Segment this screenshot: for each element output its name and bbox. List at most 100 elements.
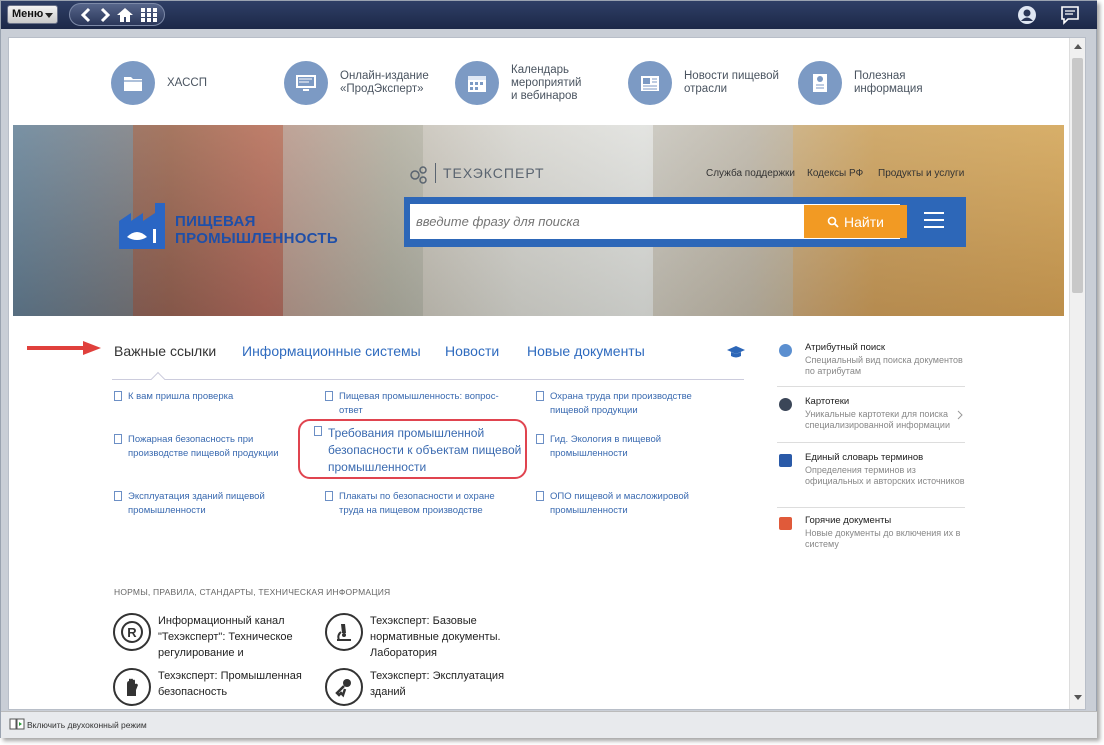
- monitor-icon: [284, 61, 328, 105]
- glove-icon: [113, 668, 151, 706]
- search-bar: Найти: [404, 197, 966, 247]
- doc-link[interactable]: Гид. Экология в пищевой промышленности: [536, 433, 716, 461]
- quick-link-calendar[interactable]: Календарь мероприятий и вебинаров: [455, 60, 581, 106]
- back-icon[interactable]: [78, 7, 96, 23]
- sidebar-item-desc: Новые документы до включения их в систем…: [805, 528, 961, 549]
- dual-window-icon[interactable]: [9, 718, 25, 730]
- scroll-down-icon[interactable]: [1074, 695, 1082, 700]
- quick-link-label: Онлайн-издание «ПродЭксперт»: [340, 70, 429, 95]
- brand-name: ТЕХЭКСПЕРТ: [443, 165, 545, 181]
- sidebar-item-title: Горячие документы: [805, 515, 892, 526]
- products-link[interactable]: Продукты и услуги: [878, 168, 964, 179]
- document-icon: [114, 491, 122, 501]
- divider: [777, 442, 965, 443]
- doc-link[interactable]: К вам пришла проверка: [114, 390, 314, 404]
- doc-link-label: Охрана труда при производстве пищевой пр…: [550, 391, 692, 416]
- hot-document-icon: [779, 517, 792, 530]
- scroll-up-icon[interactable]: [1074, 44, 1082, 49]
- user-icon[interactable]: [1017, 5, 1037, 25]
- magnifier-icon: [779, 344, 792, 357]
- doc-link[interactable]: Эксплуатация зданий пищевой промышленнос…: [114, 490, 294, 518]
- scrollbar[interactable]: [1069, 38, 1085, 709]
- product-item[interactable]: R Информационный канал "Техэксперт": Тех…: [113, 613, 308, 661]
- svg-text:R: R: [127, 625, 137, 640]
- doc-link-label: К вам пришла проверка: [128, 391, 234, 402]
- sidebar-item-glossary[interactable]: Единый словарь терминов Определения терм…: [777, 452, 965, 487]
- active-tab-pointer: [150, 371, 166, 387]
- quick-link-label: Календарь мероприятий и вебинаров: [511, 63, 582, 102]
- navigation-group: [69, 3, 165, 26]
- doc-link-label: Пищевая промышленность: вопрос-ответ: [339, 391, 499, 416]
- product-label: Техэксперт: Базовые нормативные документ…: [370, 615, 501, 659]
- app-window: Меню ХАССП Онлайн-издание «ПродЭксперт» …: [0, 0, 1097, 738]
- graduation-cap-icon[interactable]: [726, 345, 746, 359]
- search-icon: [827, 216, 839, 228]
- doc-link-label: Эксплуатация зданий пищевой промышленнос…: [128, 491, 265, 516]
- content-area: ХАССП Онлайн-издание «ПродЭксперт» Кален…: [8, 37, 1086, 710]
- support-link[interactable]: Служба поддержки: [706, 168, 795, 179]
- quick-link-prodexpert[interactable]: Онлайн-издание «ПродЭксперт»: [284, 60, 429, 106]
- status-bar: Включить двухоконный режим: [1, 711, 1097, 738]
- divider: [777, 386, 965, 387]
- tab-info-systems[interactable]: Информационные системы: [242, 343, 421, 359]
- folder-icon: [111, 61, 155, 105]
- doc-link-label: Плакаты по безопасности и охране труда н…: [339, 491, 495, 516]
- sidebar-item-card-files[interactable]: Картотеки Уникальные картотеки для поиск…: [777, 396, 965, 431]
- search-button[interactable]: Найти: [804, 205, 907, 238]
- product-label: Информационный канал "Техэксперт": Техни…: [158, 615, 293, 659]
- document-icon: [314, 426, 322, 436]
- logo-line-2: ПРОМЫШЛЕННОСТЬ: [175, 230, 338, 247]
- red-arrow-annotation: [27, 341, 101, 355]
- divider: [777, 507, 965, 508]
- sidebar-item-attribute-search[interactable]: Атрибутный поиск Специальный вид поиска …: [777, 342, 965, 377]
- book-icon: [779, 454, 792, 467]
- doc-link[interactable]: Плакаты по безопасности и охране труда н…: [325, 490, 515, 518]
- doc-link[interactable]: Пищевая промышленность: вопрос-ответ: [325, 390, 515, 418]
- microscope-icon: [325, 613, 363, 651]
- document-icon: [536, 434, 544, 444]
- calendar-icon: [455, 61, 499, 105]
- doc-link[interactable]: Требования промышленной безопасности к о…: [314, 425, 526, 476]
- doc-link-label: Требования промышленной безопасности к о…: [328, 426, 522, 474]
- sidebar-item-desc: Специальный вид поиска документов по атр…: [805, 355, 963, 376]
- message-icon[interactable]: [1060, 5, 1080, 25]
- product-label: Техэксперт: Эксплуатация зданий: [370, 670, 505, 698]
- newspaper-icon: [628, 61, 672, 105]
- product-item[interactable]: Техэксперт: Эксплуатация зданий: [325, 668, 520, 706]
- home-icon[interactable]: [116, 7, 134, 23]
- tab-new-documents[interactable]: Новые документы: [527, 343, 645, 359]
- sidebar-item-desc: Уникальные картотеки для поиска специали…: [805, 409, 950, 430]
- doc-link[interactable]: Пожарная безопасность при производстве п…: [114, 433, 294, 461]
- document-icon: [536, 491, 544, 501]
- quick-link-haccp[interactable]: ХАССП: [111, 60, 207, 106]
- site-logo[interactable]: ПИЩЕВАЯ ПРОМЫШЛЕННОСТЬ: [175, 213, 338, 247]
- scroll-thumb[interactable]: [1072, 58, 1083, 293]
- factory-logo-icon: [119, 203, 165, 249]
- grid-icon[interactable]: [140, 7, 158, 23]
- dual-window-toggle[interactable]: Включить двухоконный режим: [27, 720, 147, 730]
- doc-link[interactable]: Охрана труда при производстве пищевой пр…: [536, 390, 716, 418]
- quick-link-news[interactable]: Новости пищевой отрасли: [628, 60, 779, 106]
- menu-button[interactable]: Меню: [7, 5, 58, 24]
- quick-link-info[interactable]: Полезная информация: [798, 60, 923, 106]
- search-button-label: Найти: [844, 213, 884, 230]
- sidebar-item-hot-documents[interactable]: Горячие документы Новые документы до вкл…: [777, 515, 965, 550]
- forward-icon[interactable]: [96, 7, 114, 23]
- product-item[interactable]: Техэксперт: Базовые нормативные документ…: [325, 613, 520, 661]
- card-file-icon: [779, 398, 792, 411]
- doc-link-label: Гид. Экология в пищевой промышленности: [550, 434, 662, 459]
- chevron-down-icon: [45, 13, 53, 18]
- doc-link[interactable]: ОПО пищевой и масложировой промышленност…: [536, 490, 716, 518]
- banner-photo: [13, 125, 133, 316]
- product-item[interactable]: Техэксперт: Промышленная безопасность: [113, 668, 308, 706]
- tab-underline: [112, 379, 744, 380]
- tab-news[interactable]: Новости: [445, 343, 499, 359]
- document-icon: [536, 391, 544, 401]
- hamburger-menu-icon[interactable]: [924, 212, 944, 228]
- sidebar-item-desc: Определения терминов из официальных и ав…: [805, 465, 965, 486]
- tab-important-links[interactable]: Важные ссылки: [114, 343, 216, 359]
- doc-link-label: Пожарная безопасность при производстве п…: [128, 434, 279, 459]
- codes-link[interactable]: Кодексы РФ: [807, 168, 863, 179]
- document-icon: [325, 491, 333, 501]
- sidebar-item-title: Единый словарь терминов: [805, 452, 924, 463]
